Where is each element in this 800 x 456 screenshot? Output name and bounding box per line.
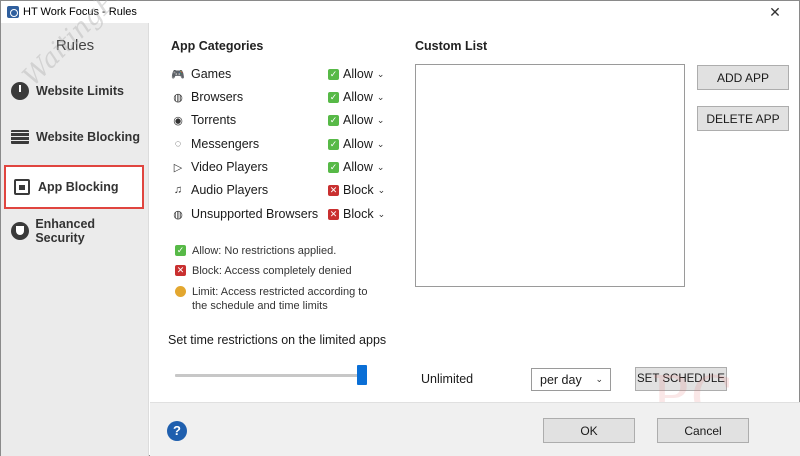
sidebar-item-label: Website Limits (36, 84, 124, 98)
status-dropdown[interactable]: ✓ Allow ⌄ (328, 160, 386, 174)
category-label: Games (191, 67, 232, 81)
block-x-icon: ✕ (328, 184, 339, 196)
legend-text: Block: Access completely denied (192, 265, 352, 277)
status-dropdown[interactable]: ✓ Allow ⌄ (328, 137, 386, 151)
sidebar-item-label: Website Blocking (36, 130, 140, 144)
category-row-torrents: ◉ Torrents ✓ Allow ⌄ (171, 109, 386, 131)
allow-check-icon: ✓ (328, 161, 339, 173)
allow-check-icon: ✓ (328, 91, 339, 103)
category-row-video-players: ▷ Video Players ✓ Allow ⌄ (171, 156, 386, 178)
chevron-down-icon: ⌄ (377, 184, 386, 195)
status-dropdown[interactable]: ✓ Allow ⌄ (328, 90, 386, 104)
brick-wall-icon (10, 127, 30, 147)
chevron-down-icon: ⌄ (376, 161, 385, 172)
clock-icon (10, 81, 30, 101)
block-x-icon: ✕ (175, 265, 186, 276)
delete-app-button[interactable]: DELETE APP (697, 106, 789, 131)
category-row-games: 🎮 Games ✓ Allow ⌄ (171, 63, 386, 85)
status-value: Allow (343, 113, 373, 127)
status-dropdown[interactable]: ✕ Block ⌄ (328, 207, 386, 221)
chevron-down-icon: ⌄ (376, 91, 385, 102)
status-value: Allow (343, 137, 373, 151)
app-categories-title: App Categories (171, 39, 264, 53)
window-title: HT Work Focus - Rules (23, 6, 137, 18)
legend-text-line: the schedule and time limits (192, 300, 328, 312)
sidebar-item-label: Enhanced Security (35, 217, 96, 245)
gamepad-icon: 🎮 (171, 68, 185, 81)
globe-icon: ◍ (173, 208, 183, 221)
category-label: Video Players (191, 160, 268, 174)
category-label: Torrents (191, 113, 237, 127)
legend-text-line: Limit: Access restricted according to (192, 286, 368, 298)
sidebar-item-label: App Blocking (38, 180, 119, 194)
block-x-icon: ✕ (328, 208, 339, 220)
music-note-icon: ♫ (173, 184, 183, 196)
period-select-value: per day (540, 372, 582, 387)
chevron-down-icon: ⌄ (376, 68, 385, 79)
globe-icon: ◍ (173, 91, 183, 104)
allow-check-icon: ✓ (328, 68, 339, 80)
chevron-down-icon: ⌄ (595, 374, 603, 384)
custom-list-title: Custom List (415, 39, 488, 53)
category-label: Audio Players (191, 183, 269, 197)
legend-block: ✕ Block: Access completely denied (175, 264, 352, 278)
sidebar-item-website-limits[interactable]: Website Limits (4, 73, 144, 109)
status-value: Block (343, 207, 374, 221)
chevron-down-icon: ⌄ (377, 208, 386, 219)
time-restrictions-label: Set time restrictions on the limited app… (168, 333, 387, 347)
category-label: Unsupported Browsers (191, 207, 319, 221)
cancel-button[interactable]: Cancel (657, 418, 749, 443)
set-schedule-button[interactable]: SET SCHEDULE (635, 367, 727, 391)
status-value: Allow (343, 67, 373, 81)
app-logo-icon (7, 6, 19, 18)
legend-allow: ✓ Allow: No restrictions applied. (175, 244, 336, 258)
sidebar-heading: Rules (55, 37, 95, 54)
sidebar-item-website-blocking[interactable]: Website Blocking (4, 119, 144, 155)
limit-clock-icon (175, 286, 186, 297)
play-icon: ▷ (173, 161, 183, 174)
category-label: Browsers (191, 90, 244, 104)
help-icon[interactable]: ? (167, 421, 187, 441)
status-value: Allow (343, 90, 373, 104)
sidebar-item-app-blocking[interactable]: App Blocking (4, 165, 144, 209)
title-bar: HT Work Focus - Rules ✕ (1, 1, 799, 23)
status-dropdown[interactable]: ✓ Allow ⌄ (328, 67, 386, 81)
lock-window-icon (12, 177, 32, 197)
chevron-down-icon: ⌄ (376, 114, 385, 125)
status-dropdown[interactable]: ✕ Block ⌄ (328, 183, 386, 197)
category-row-unsupported-browsers: ◍ Unsupported Browsers ✕ Block ⌄ (171, 203, 386, 225)
legend-text: Allow: No restrictions applied. (192, 245, 337, 257)
add-app-button[interactable]: ADD APP (697, 65, 789, 90)
status-value: Allow (343, 160, 373, 174)
category-row-messengers: ◌ Messengers ✓ Allow ⌄ (171, 133, 386, 155)
messenger-icon: ◌ (174, 138, 182, 150)
period-select[interactable]: per day ⌄ (531, 368, 611, 391)
time-slider-track[interactable] (175, 374, 367, 377)
app-window: HT Work Focus - Rules ✕ Rules WaitingPC … (0, 0, 800, 456)
torrent-icon: ◉ (173, 114, 183, 127)
sidebar: Rules WaitingPC Website Limits Website B… (1, 0, 149, 456)
category-label: Messengers (191, 137, 260, 151)
custom-list-box[interactable] (415, 64, 685, 287)
time-value-label: Unlimited (421, 372, 474, 386)
allow-check-icon: ✓ (328, 138, 339, 150)
allow-check-icon: ✓ (175, 245, 186, 256)
category-row-audio-players: ♫ Audio Players ✕ Block ⌄ (171, 179, 386, 201)
allow-check-icon: ✓ (328, 114, 339, 126)
status-value: Block (343, 183, 374, 197)
legend-text: Limit: Access restricted according to th… (192, 285, 367, 313)
close-icon[interactable]: ✕ (755, 1, 795, 23)
shield-check-icon (10, 221, 29, 241)
time-slider-thumb[interactable] (357, 365, 367, 385)
legend-limit: Limit: Access restricted according to th… (175, 285, 367, 313)
status-dropdown[interactable]: ✓ Allow ⌄ (328, 113, 386, 127)
category-row-browsers: ◍ Browsers ✓ Allow ⌄ (171, 86, 386, 108)
chevron-down-icon: ⌄ (376, 138, 385, 149)
ok-button[interactable]: OK (543, 418, 635, 443)
sidebar-item-enhanced-security[interactable]: Enhanced Security (4, 213, 144, 249)
